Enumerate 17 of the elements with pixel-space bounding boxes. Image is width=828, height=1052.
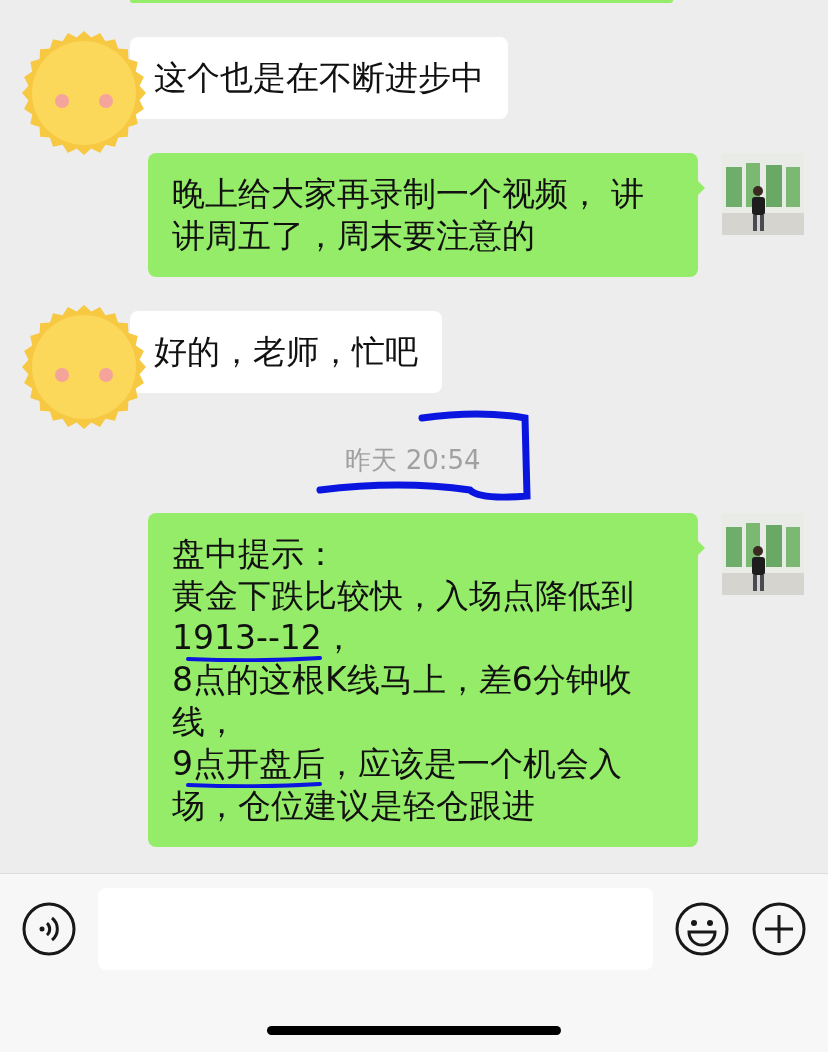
- message-text: 好的，老师，忙吧: [154, 334, 418, 370]
- message-text: 9点开盘后，应该是一个机会入: [172, 746, 623, 782]
- voice-icon[interactable]: [21, 901, 77, 957]
- emoji-icon[interactable]: [674, 901, 730, 957]
- message-text: 1913--12，: [172, 620, 356, 656]
- message-text: 盘中提示：: [172, 536, 338, 572]
- plus-icon[interactable]: [751, 901, 807, 957]
- timestamp: 昨天 20:54: [345, 445, 481, 475]
- message-text: 晚上给大家再录制一个视频， 讲: [172, 176, 646, 212]
- message-text: 场，仓位建议是轻仓跟进: [172, 788, 536, 824]
- message-text: 讲周五了，周末要注意的: [172, 218, 536, 254]
- sun-avatar-icon: [22, 31, 146, 155]
- message-text: 这个也是在不断进步中: [154, 60, 484, 96]
- message-text: 线，: [172, 704, 239, 740]
- sun-avatar-icon: [22, 305, 146, 429]
- message-text: 8点的这根K线马上，差6分钟收: [172, 662, 633, 698]
- message-text: 黄金下跌比较快，入场点降低到: [172, 578, 635, 614]
